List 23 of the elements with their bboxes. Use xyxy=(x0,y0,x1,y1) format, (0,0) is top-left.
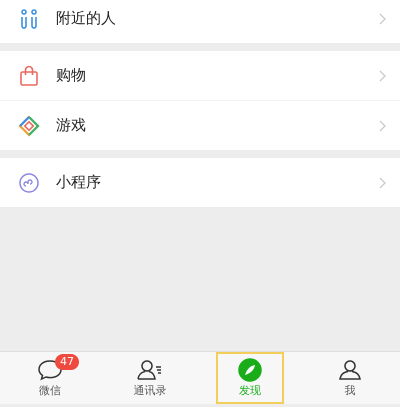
diamond-icon xyxy=(18,114,40,136)
contacts-icon xyxy=(137,358,163,382)
tab[interactable]: 我 xyxy=(316,352,384,404)
people-icon xyxy=(18,8,40,30)
mini-program-icon xyxy=(18,172,40,194)
menu-label: 购物 xyxy=(56,66,87,85)
chevron-icon xyxy=(379,12,386,24)
compass-icon xyxy=(237,358,263,382)
menu-label: 游戏 xyxy=(56,116,87,135)
menu-item[interactable]: 游戏 xyxy=(0,101,400,150)
menu-item[interactable]: 附近的人 xyxy=(0,0,400,43)
chevron-icon xyxy=(379,70,386,82)
menu-item[interactable]: 购物 xyxy=(0,51,400,101)
bag-icon xyxy=(18,64,40,86)
menu-item[interactable]: 小程序 xyxy=(0,158,400,207)
tab[interactable]: 47 微信 xyxy=(16,352,84,404)
tab[interactable]: 通讯录 xyxy=(116,352,184,404)
unread-count: 47 xyxy=(55,354,79,370)
person-icon xyxy=(337,358,363,382)
menu-label: 附近的人 xyxy=(56,9,117,28)
chevron-icon xyxy=(379,120,386,132)
chevron-icon xyxy=(379,176,386,188)
menu-label: 小程序 xyxy=(56,173,102,192)
